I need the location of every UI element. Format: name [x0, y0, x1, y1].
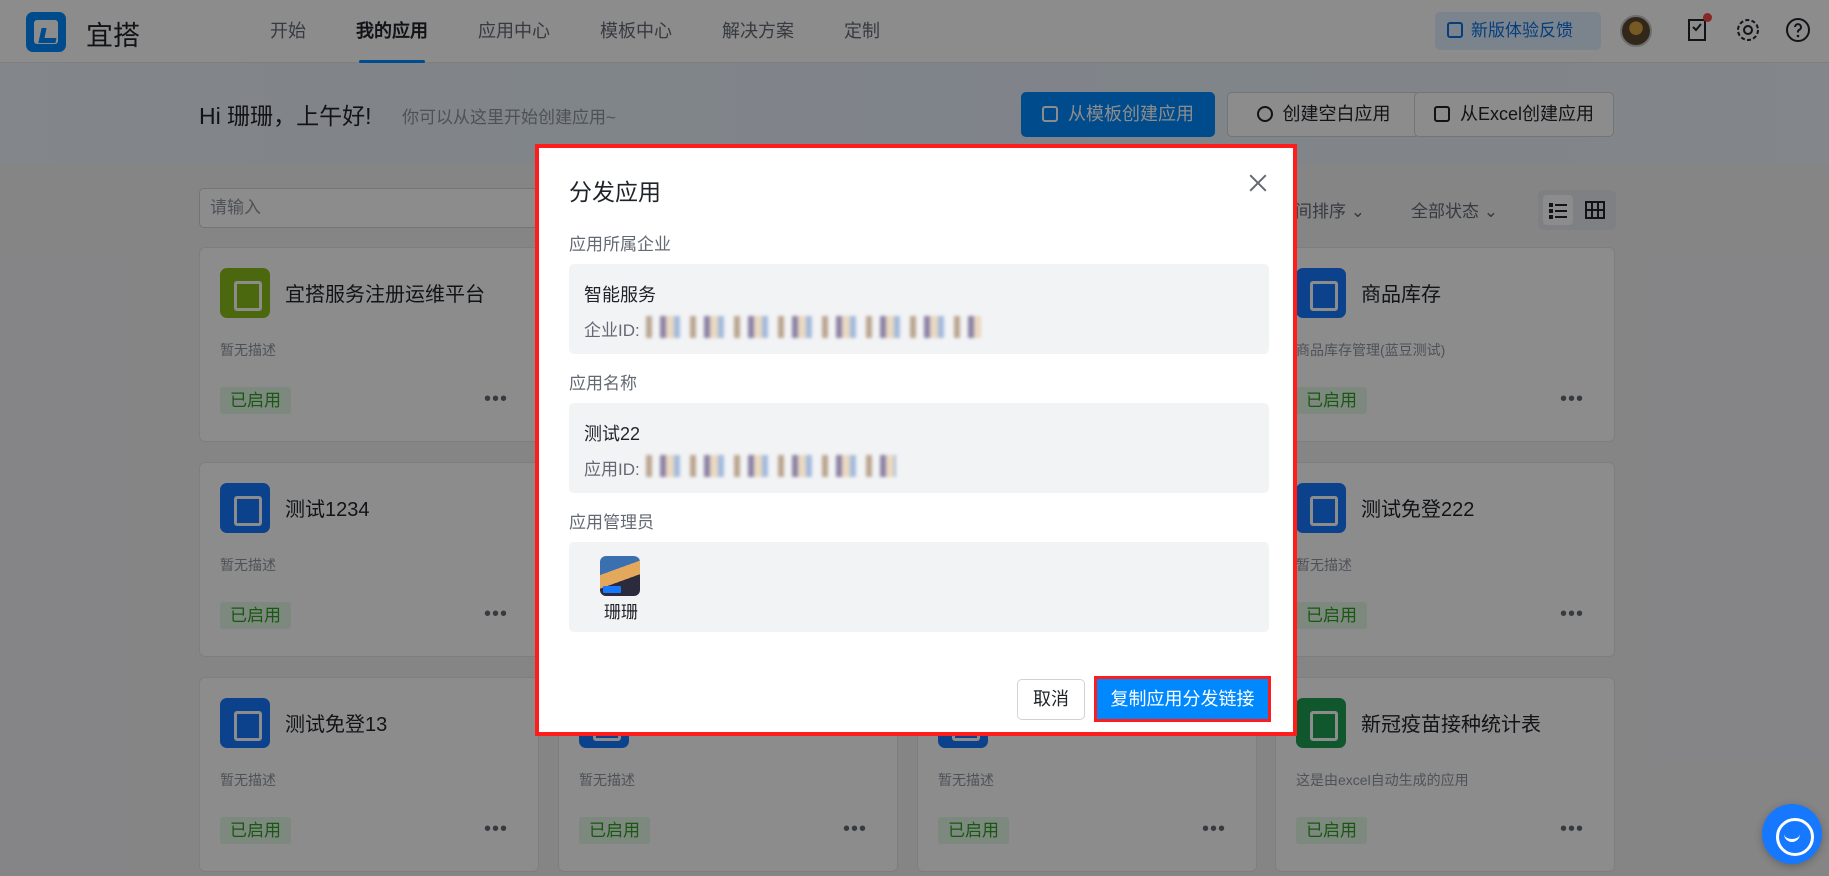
app-id-redacted [646, 455, 896, 477]
org-id-redacted [646, 316, 981, 338]
app-name-label: 应用名称 [569, 374, 637, 393]
cancel-button[interactable]: 取消 [1017, 679, 1085, 720]
dialog-title: 分发应用 [569, 179, 661, 205]
copy-distribution-link-button[interactable]: 复制应用分发链接 [1094, 676, 1271, 722]
distribute-app-dialog: 分发应用 应用所属企业 智能服务 企业ID: 应用名称 测试22 应用ID: 应… [535, 144, 1297, 736]
org-id-label: 企业ID: [584, 321, 640, 340]
admin-name: 珊珊 [604, 603, 638, 622]
org-info-box: 智能服务 企业ID: [569, 264, 1269, 354]
admin-box: 珊珊 [569, 542, 1269, 632]
admin-label: 应用管理员 [569, 513, 654, 532]
admin-avatar [600, 556, 640, 596]
app-info-box: 测试22 应用ID: [569, 403, 1269, 493]
app-id-label: 应用ID: [584, 460, 640, 479]
org-label: 应用所属企业 [569, 235, 671, 254]
org-name: 智能服务 [584, 285, 656, 305]
close-icon[interactable] [1247, 172, 1269, 194]
customer-service-icon[interactable] [1762, 804, 1822, 864]
app-name: 测试22 [584, 424, 641, 444]
